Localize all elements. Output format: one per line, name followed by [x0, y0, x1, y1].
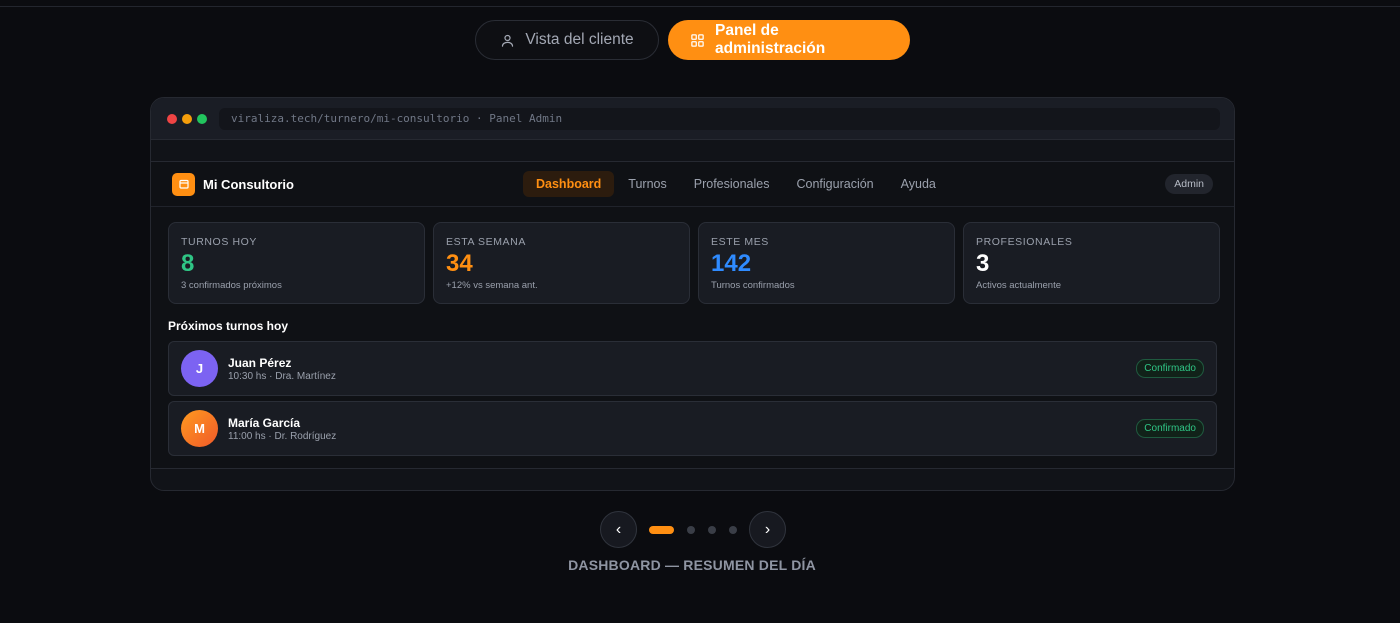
stat-subtext: 3 confirmados próximos — [181, 280, 282, 291]
stat-label: ESTE MES — [711, 236, 769, 248]
stats-row: TURNOS HOY 8 3 confirmados próximos ESTA… — [168, 222, 1220, 304]
slide-caption: DASHBOARD — RESUMEN DEL DÍA — [568, 557, 816, 573]
brand[interactable]: Mi Consultorio — [172, 172, 294, 196]
browser-window: viraliza.tech/turnero/mi-consultorio · P… — [150, 97, 1235, 491]
minimize-dot — [182, 113, 192, 124]
admin-panel-button[interactable]: Panel de administración — [668, 20, 910, 60]
nav-configuracion[interactable]: Configuración — [784, 171, 887, 197]
user-icon — [502, 34, 514, 47]
stat-value: 34 — [446, 250, 473, 277]
admin-app: Mi Consultorio Dashboard Turnos Profesio… — [151, 161, 1234, 469]
nav-profesionales[interactable]: Profesionales — [681, 171, 783, 197]
browser-titlebar: viraliza.tech/turnero/mi-consultorio · P… — [151, 98, 1234, 140]
stat-label: PROFESIONALES — [976, 236, 1073, 248]
calendar-icon — [172, 172, 195, 196]
main-nav: Dashboard Turnos Profesionales Configura… — [523, 171, 950, 197]
maximize-dot — [197, 113, 207, 124]
stat-subtext: +12% vs semana ant. — [446, 280, 538, 291]
stat-card-profesionales: PROFESIONALES 3 Activos actualmente — [963, 222, 1220, 304]
role-badge: Admin — [1165, 174, 1213, 194]
stat-subtext: Turnos confirmados — [711, 280, 795, 291]
brand-name: Mi Consultorio — [203, 176, 294, 192]
status-badge: Confirmado — [1136, 359, 1204, 378]
avatar: J — [181, 350, 218, 387]
stat-subtext: Activos actualmente — [976, 280, 1062, 291]
nav-ayuda[interactable]: Ayuda — [888, 171, 949, 197]
top-divider — [0, 6, 1400, 7]
slide-dot-2[interactable] — [687, 525, 695, 534]
carousel-controls: ‹ › — [600, 511, 786, 548]
section-title: Próximos turnos hoy — [168, 319, 289, 333]
stat-value: 3 — [976, 250, 990, 277]
stat-value: 142 — [711, 250, 752, 277]
appointment-info: María García 11:00 hs · Dr. Rodríguez — [228, 416, 336, 442]
patient-name: María García — [228, 415, 301, 430]
app-navbar: Mi Consultorio Dashboard Turnos Profesio… — [151, 162, 1234, 207]
stat-label: ESTA SEMANA — [446, 236, 526, 248]
slide-dot-1[interactable] — [649, 525, 674, 534]
stat-card-turnos-hoy: TURNOS HOY 8 3 confirmados próximos — [168, 222, 425, 304]
stat-card-este-mes: ESTE MES 142 Turnos confirmados — [698, 222, 955, 304]
stat-value: 8 — [181, 250, 195, 277]
slide-dot-4[interactable] — [729, 525, 737, 534]
prev-slide-button[interactable]: ‹ — [600, 511, 637, 548]
appointment-meta: 10:30 hs · Dra. Martínez — [228, 370, 336, 382]
admin-panel-label: Panel de administración — [715, 22, 826, 57]
slide-dot-3[interactable] — [708, 525, 716, 534]
close-dot — [167, 113, 177, 124]
status-badge: Confirmado — [1136, 419, 1204, 438]
avatar: M — [181, 410, 218, 447]
appointment-info: Juan Pérez 10:30 hs · Dra. Martínez — [228, 356, 336, 382]
patient-name: Juan Pérez — [228, 355, 292, 370]
view-toggle: Vista del cliente Panel de administració… — [475, 20, 910, 60]
client-view-label: Vista del cliente — [525, 31, 634, 48]
stat-card-esta-semana: ESTA SEMANA 34 +12% vs semana ant. — [433, 222, 690, 304]
nav-dashboard[interactable]: Dashboard — [523, 171, 615, 197]
appointment-meta: 11:00 hs · Dr. Rodríguez — [228, 430, 337, 442]
grid-icon — [691, 33, 704, 47]
nav-turnos[interactable]: Turnos — [615, 171, 679, 197]
stat-label: TURNOS HOY — [181, 236, 258, 248]
address-bar[interactable]: viraliza.tech/turnero/mi-consultorio · P… — [219, 107, 1220, 130]
appointment-row[interactable]: J Juan Pérez 10:30 hs · Dra. Martínez Co… — [168, 341, 1217, 396]
slide-indicators — [649, 525, 737, 534]
appointment-row[interactable]: M María García 11:00 hs · Dr. Rodríguez … — [168, 401, 1217, 456]
next-slide-button[interactable]: › — [749, 511, 786, 548]
client-view-button[interactable]: Vista del cliente — [475, 20, 659, 60]
